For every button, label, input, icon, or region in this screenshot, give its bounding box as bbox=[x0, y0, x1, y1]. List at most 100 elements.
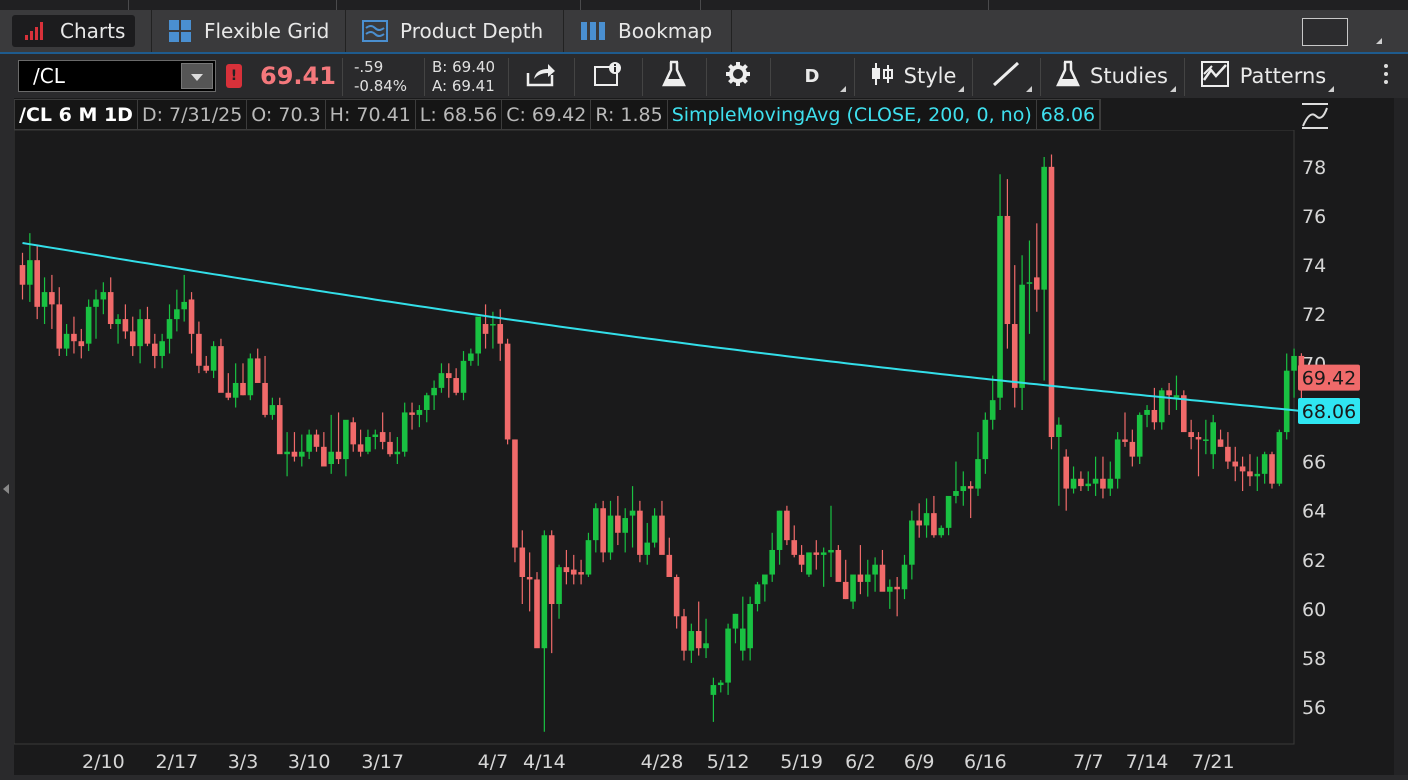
candle-body bbox=[137, 319, 143, 347]
candle-body bbox=[1122, 439, 1128, 442]
candle-body bbox=[144, 319, 151, 344]
candle-body bbox=[1261, 454, 1268, 474]
candle-body bbox=[63, 333, 70, 349]
flask-icon bbox=[1056, 60, 1081, 93]
candle-body bbox=[166, 319, 173, 339]
candle-body bbox=[585, 540, 592, 575]
candle-body bbox=[548, 535, 555, 605]
candle-body bbox=[740, 628, 746, 651]
candle-body bbox=[666, 554, 673, 577]
chart-header: /CL 6 M 1D D: 7/31/25 O: 70.3 H: 70.41 L… bbox=[14, 99, 1102, 130]
studies-label: Studies bbox=[1090, 64, 1168, 88]
x-tick-label: 7/7 bbox=[1073, 751, 1104, 773]
sma-value-tag-label: 68.06 bbox=[1302, 401, 1356, 423]
symbol-dropdown-button[interactable] bbox=[181, 63, 213, 89]
candle-body bbox=[115, 319, 121, 325]
candle-body bbox=[887, 586, 893, 592]
candle-body bbox=[879, 564, 886, 592]
candle-body bbox=[600, 508, 606, 553]
net-change-value: -.59 bbox=[354, 58, 384, 76]
x-tick-label: 5/12 bbox=[707, 751, 750, 773]
share-button[interactable] bbox=[512, 54, 570, 98]
candle-body bbox=[159, 341, 165, 356]
last-price-tag-label: 69.42 bbox=[1302, 368, 1356, 390]
layout-selector[interactable] bbox=[1302, 18, 1348, 46]
tab-product-depth[interactable]: Product Depth bbox=[346, 10, 564, 52]
style-button[interactable]: Style bbox=[858, 54, 968, 98]
candle-body bbox=[1232, 461, 1239, 467]
study-label[interactable]: SimpleMovingAvg (CLOSE, 200, 0, no) bbox=[668, 100, 1037, 129]
y-tick-label: 58 bbox=[1302, 648, 1326, 670]
candle-body bbox=[1217, 439, 1224, 447]
candle-body bbox=[629, 510, 636, 516]
line-drawing-icon bbox=[991, 60, 1021, 93]
toolbar-more-button[interactable] bbox=[1376, 54, 1396, 98]
patterns-label: Patterns bbox=[1239, 64, 1327, 88]
bar-range: R: 1.85 bbox=[591, 100, 668, 129]
candle-body bbox=[343, 419, 349, 460]
candle-body bbox=[232, 382, 239, 398]
candle-body bbox=[644, 542, 651, 555]
candle-body bbox=[93, 299, 99, 307]
candle-body bbox=[1151, 409, 1158, 423]
candle-body bbox=[622, 518, 628, 533]
candle-body bbox=[490, 324, 496, 326]
candle-body bbox=[446, 373, 452, 379]
left-gutter[interactable] bbox=[0, 98, 14, 780]
candle-body bbox=[989, 400, 996, 420]
candle-body bbox=[1203, 439, 1209, 441]
studies-button[interactable]: Studies bbox=[1044, 54, 1180, 98]
drawing-tools-button[interactable] bbox=[976, 54, 1036, 98]
tab-label: Flexible Grid bbox=[204, 19, 330, 43]
candle-body bbox=[923, 513, 930, 526]
candle-body bbox=[967, 486, 974, 489]
last-price: 69.41 bbox=[260, 62, 336, 90]
candle-body bbox=[284, 451, 290, 455]
candle-body bbox=[129, 331, 136, 347]
candle-body bbox=[732, 613, 739, 629]
candle-body bbox=[1188, 432, 1194, 437]
expand-left-icon[interactable] bbox=[3, 484, 9, 494]
aggregation-button[interactable]: D bbox=[774, 54, 850, 98]
candle-body bbox=[365, 437, 371, 452]
candle-body bbox=[423, 395, 430, 410]
candle-body bbox=[1195, 437, 1202, 440]
candle-body bbox=[637, 510, 643, 555]
bookmap-icon bbox=[580, 21, 606, 41]
candle-body bbox=[409, 412, 415, 415]
candle-body bbox=[321, 446, 327, 467]
tab-bookmap[interactable]: Bookmap bbox=[564, 10, 732, 52]
x-tick-label: 6/2 bbox=[845, 751, 876, 773]
candle-body bbox=[1100, 478, 1106, 489]
x-tick-label: 3/17 bbox=[361, 751, 404, 773]
chart-settings-icon[interactable] bbox=[1300, 102, 1330, 130]
x-tick-label: 6/9 bbox=[904, 751, 935, 773]
bar-chart-icon bbox=[24, 21, 48, 41]
candle-body bbox=[791, 540, 798, 555]
tab-flexible-grid[interactable]: Flexible Grid bbox=[152, 10, 346, 52]
candle-body bbox=[188, 299, 195, 334]
candle-body bbox=[1247, 471, 1253, 477]
candle-body bbox=[416, 409, 423, 415]
tab-label: Product Depth bbox=[400, 19, 544, 43]
tabbar-menu-icon[interactable] bbox=[1376, 18, 1382, 46]
candle-body bbox=[982, 419, 989, 460]
workspace-tab-bar: Charts Flexible Grid Product Depth Bookm… bbox=[0, 10, 1408, 52]
tab-charts[interactable]: Charts bbox=[0, 10, 152, 52]
candle-body bbox=[975, 459, 981, 489]
y-tick-label: 74 bbox=[1302, 255, 1326, 277]
candle-body bbox=[240, 382, 246, 396]
candle-body bbox=[784, 510, 790, 541]
study-value: 68.06 bbox=[1037, 100, 1101, 129]
symbol-selector[interactable] bbox=[18, 60, 216, 92]
patterns-button[interactable]: Patterns bbox=[1188, 54, 1338, 98]
settings-button[interactable] bbox=[710, 54, 766, 98]
symbol-input[interactable] bbox=[19, 61, 179, 91]
candle-body bbox=[776, 510, 783, 550]
lab-button[interactable] bbox=[646, 54, 702, 98]
price-chart[interactable]: 5658606264666870727476782/102/173/33/103… bbox=[14, 130, 1394, 775]
alert-badge[interactable]: ! bbox=[226, 64, 242, 88]
candle-body bbox=[1056, 424, 1062, 437]
candle-body bbox=[593, 508, 599, 541]
product-info-button[interactable] bbox=[578, 54, 638, 98]
